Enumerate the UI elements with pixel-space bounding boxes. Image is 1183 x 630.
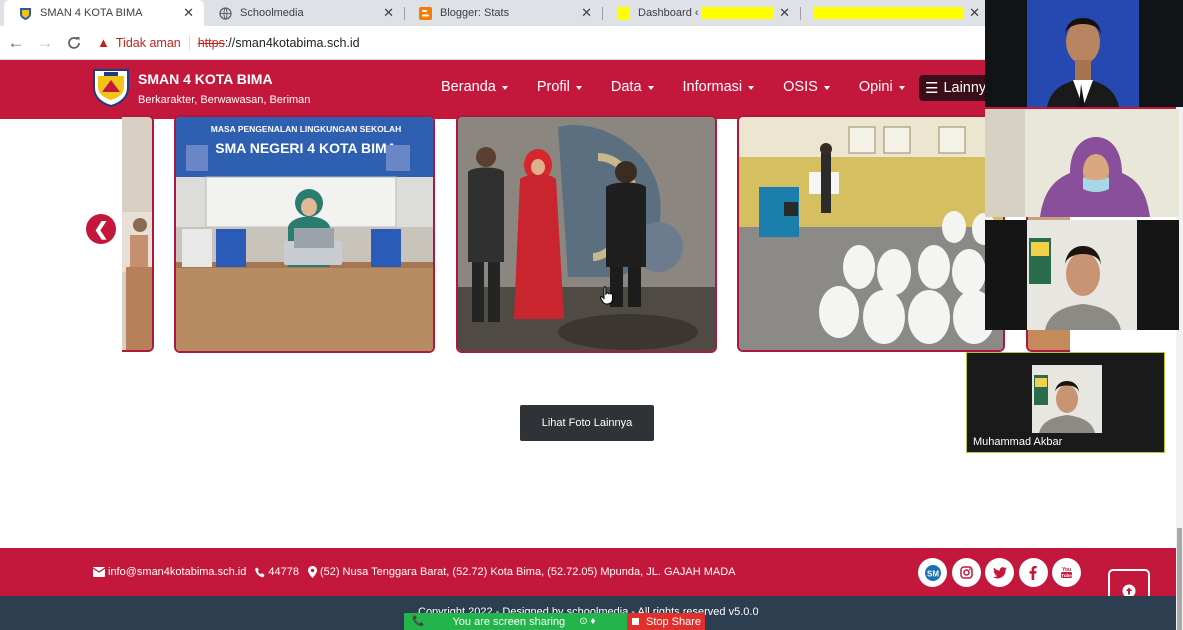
phone-icon <box>255 567 265 577</box>
youtube-icon[interactable]: You Tube <box>1052 558 1081 587</box>
video-tile[interactable] <box>985 220 1179 330</box>
stop-share-button[interactable]: Stop Share <box>627 613 705 630</box>
contact-info: info@sman4kotabima.sch.id 44778 (52) Nus… <box>93 566 745 578</box>
footer-email[interactable]: info@sman4kotabima.sch.id <box>108 566 246 578</box>
sm-icon[interactable]: SM <box>918 558 947 587</box>
instagram-icon[interactable] <box>951 558 981 587</box>
caret-down-icon <box>898 86 905 90</box>
nav-opini[interactable]: Opini <box>859 79 905 95</box>
video-tile[interactable] <box>985 109 1179 217</box>
close-icon[interactable]: ✕ <box>581 5 592 21</box>
page-scrollbar-thumb[interactable] <box>1177 528 1182 630</box>
close-icon[interactable]: ✕ <box>383 5 394 21</box>
footer-phone: 44778 <box>268 566 299 578</box>
participant-name: Muhammad Akbar <box>973 436 1063 448</box>
nav-profil[interactable]: Profil <box>537 79 582 95</box>
tab-title: Schoolmedia <box>240 7 304 19</box>
more-photos-button[interactable]: Lihat Foto Lainnya <box>520 405 654 441</box>
site-name[interactable]: SMAN 4 KOTA BIMA <box>138 71 273 87</box>
caret-down-icon <box>748 86 755 90</box>
url-scheme: https <box>197 35 225 50</box>
banner-line2: SMA NEGERI 4 KOTA BIMA <box>215 140 397 156</box>
dashboard-favicon-icon <box>616 6 630 20</box>
envelope-icon <box>93 567 105 577</box>
gallery-photo[interactable]: MASA PENGENALAN LINGKUNGAN SEKOLAH SMA N… <box>174 115 435 353</box>
map-marker-icon <box>307 566 317 578</box>
school-favicon-icon <box>18 6 32 20</box>
close-icon[interactable]: ✕ <box>969 5 980 21</box>
security-status[interactable]: Tidak aman <box>116 36 181 50</box>
tab-redacted[interactable]: ✕ <box>800 0 990 26</box>
gallery-prev-button[interactable]: ❮ <box>86 214 116 244</box>
caret-down-icon <box>501 86 508 90</box>
tab-title: Blogger: Stats <box>440 7 510 19</box>
nav-informasi[interactable]: Informasi <box>683 79 755 95</box>
main-nav: Beranda Profil Data Informasi OSIS Opini <box>441 79 934 95</box>
tab-dashboard[interactable]: Dashboard ‹ ✕ <box>602 0 800 26</box>
social-links: SM You Tube <box>918 558 1086 587</box>
gallery-photo[interactable] <box>737 115 1005 352</box>
close-icon[interactable]: ✕ <box>779 5 790 21</box>
svg-text:SM: SM <box>927 569 939 578</box>
tab-schoolmedia[interactable]: Schoolmedia ✕ <box>204 0 404 26</box>
tab-blogger-stats[interactable]: Blogger: Stats ✕ <box>404 0 602 26</box>
screen-share-bar: 📞 You are screen sharing ⊙ ♦ Stop Share <box>404 613 705 630</box>
gallery-photo[interactable] <box>456 115 717 353</box>
caret-down-icon <box>647 86 654 90</box>
site-footer: info@sman4kotabima.sch.id 44778 (52) Nus… <box>0 548 1176 613</box>
screen-share-status: 📞 You are screen sharing ⊙ ♦ <box>404 613 627 630</box>
warning-icon: ▲ <box>97 35 110 50</box>
stop-icon <box>632 618 639 625</box>
phone-icon: 📞 <box>412 616 425 627</box>
chevron-left-icon: ❮ <box>93 218 109 239</box>
nav-data[interactable]: Data <box>611 79 654 95</box>
shield-icon: ⊙ ♦ <box>579 616 596 627</box>
footer-address: (52) Nusa Tenggara Barat, (52.72) Kota B… <box>319 566 736 578</box>
svg-text:Tube: Tube <box>1061 573 1072 578</box>
hamburger-icon: ☰ <box>925 80 939 97</box>
nav-beranda[interactable]: Beranda <box>441 79 508 95</box>
nav-osis[interactable]: OSIS <box>783 79 830 95</box>
tab-title: Dashboard ‹ <box>638 7 774 20</box>
reload-icon[interactable] <box>61 30 87 56</box>
video-tile-muhammad-akbar[interactable]: Muhammad Akbar <box>966 352 1165 453</box>
globe-icon <box>218 6 232 20</box>
back-arrow-icon[interactable]: ← <box>3 30 29 56</box>
tab-title <box>814 7 964 20</box>
close-icon[interactable]: ✕ <box>183 5 194 21</box>
gallery-photo[interactable] <box>122 115 154 352</box>
video-tile[interactable] <box>985 0 1183 107</box>
url-host: ://sman4kotabima.sch.id <box>224 35 360 50</box>
tab-title: SMAN 4 KOTA BIMA <box>40 7 143 19</box>
tab-sman4[interactable]: SMAN 4 KOTA BIMA ✕ <box>4 0 204 26</box>
forward-arrow-icon[interactable]: → <box>32 30 58 56</box>
facebook-icon[interactable] <box>1018 558 1048 587</box>
address-bar[interactable]: ▲ Tidak aman https://sman4kotabima.sch.i… <box>97 30 360 56</box>
site-tagline: Berkarakter, Berwawasan, Beriman <box>138 94 311 106</box>
blogger-icon <box>418 6 432 20</box>
caret-down-icon <box>575 86 582 90</box>
school-logo-icon[interactable] <box>92 68 130 108</box>
twitter-icon[interactable] <box>985 558 1014 587</box>
caret-down-icon <box>823 86 830 90</box>
banner-line1: MASA PENGENALAN LINGKUNGAN SEKOLAH <box>211 124 401 134</box>
hand-cursor-icon <box>600 286 613 305</box>
